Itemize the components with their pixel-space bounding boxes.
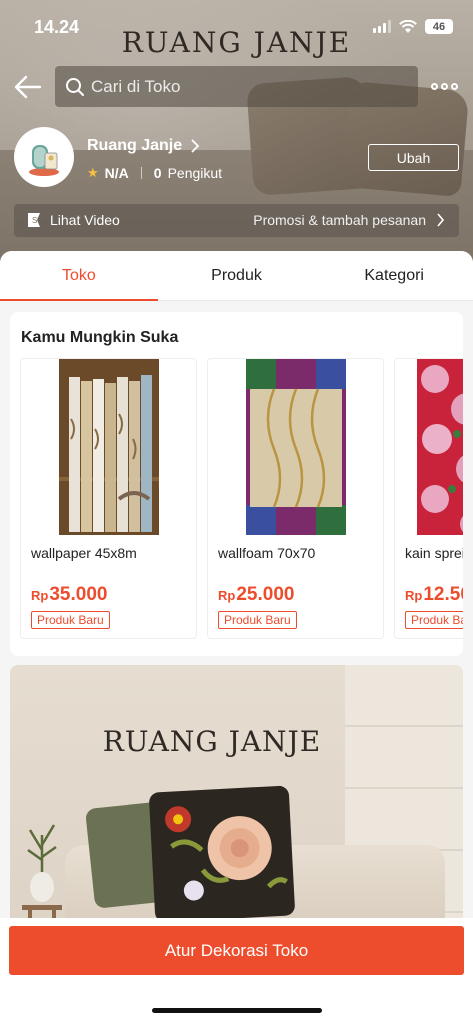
product-card[interactable]: kain sprei Rp12.50 Produk Ba: [394, 358, 463, 639]
currency: Rp: [31, 588, 49, 603]
tab-toko[interactable]: Toko: [0, 251, 158, 301]
product-card[interactable]: wallfoam 70x70 Rp25.000 Produk Baru: [207, 358, 384, 639]
status-time: 14.24: [34, 17, 80, 37]
shop-name-text: Ruang Janje: [87, 137, 183, 154]
top-bar: [0, 66, 473, 108]
decoration-banner-title: RUANG JANJE: [102, 725, 322, 758]
product-image: [417, 359, 463, 535]
product-price: Rp12.50: [405, 584, 463, 606]
currency: Rp: [405, 588, 423, 603]
home-indicator: [152, 1008, 322, 1013]
recommendation-section: Kamu Mungkin Suka wallpaper 45x8m Rp35.0…: [10, 312, 463, 656]
product-name: kain sprei: [405, 545, 463, 561]
banner-plant: [22, 795, 62, 925]
bottom-action-bar: Atur Dekorasi Toko: [0, 918, 473, 1024]
follower-count: 0: [153, 165, 162, 181]
chevron-right-icon: [437, 213, 445, 227]
status-bar: 14.24 46: [0, 0, 473, 50]
product-carousel[interactable]: wallpaper 45x8m Rp35.000 Produk Baru wal…: [20, 358, 463, 639]
shop-content: Toko Produk Kategori Kamu Mungkin Suka w…: [0, 251, 473, 1024]
product-price: Rp25.000: [218, 584, 294, 606]
currency: Rp: [218, 588, 236, 603]
watch-video[interactable]: S Lihat Video: [26, 212, 120, 228]
back-arrow-icon[interactable]: [14, 74, 42, 100]
price-value: 25.000: [236, 584, 295, 605]
new-product-badge: Produk Ba: [405, 611, 463, 629]
product-name: wallpaper 45x8m: [31, 545, 137, 561]
edit-shop-button[interactable]: Ubah: [368, 144, 459, 171]
search-icon: [66, 77, 84, 96]
chevron-right-icon: [191, 139, 200, 153]
shop-search-bar[interactable]: [55, 66, 418, 107]
tab-produk[interactable]: Produk: [158, 251, 316, 300]
decoration-banner[interactable]: RUANG JANJE: [10, 665, 463, 925]
shop-info: Ruang Janje ★ N/A 0 Pengikut Ubah: [14, 127, 459, 187]
product-name: wallfoam 70x70: [218, 545, 316, 561]
product-price: Rp35.000: [31, 584, 107, 606]
price-value: 12.50: [423, 584, 463, 605]
tab-kategori[interactable]: Kategori: [315, 251, 473, 300]
svg-text:S: S: [32, 216, 37, 225]
price-value: 35.000: [49, 584, 108, 605]
set-shop-decoration-button[interactable]: Atur Dekorasi Toko: [9, 926, 464, 975]
shop-rating: N/A: [104, 165, 129, 181]
search-input[interactable]: [91, 76, 391, 97]
new-product-badge: Produk Baru: [31, 611, 110, 629]
product-card[interactable]: wallpaper 45x8m Rp35.000 Produk Baru: [20, 358, 197, 639]
section-title: Kamu Mungkin Suka: [21, 329, 179, 346]
follower-label: Pengikut: [167, 165, 223, 181]
watch-video-label: Lihat Video: [50, 212, 120, 228]
wifi-icon: [399, 19, 417, 33]
shop-tabs: Toko Produk Kategori: [0, 251, 473, 301]
more-options-icon[interactable]: [431, 78, 459, 94]
banner-floral-pillow: [148, 785, 296, 923]
promotion-link[interactable]: Promosi & tambah pesanan: [253, 212, 445, 228]
shop-avatar[interactable]: [14, 127, 74, 187]
new-product-badge: Produk Baru: [218, 611, 297, 629]
cellular-signal-icon: [373, 20, 391, 33]
shop-stats: ★ N/A 0 Pengikut: [87, 165, 222, 181]
status-icons: 46: [373, 19, 453, 34]
shop-header-banner: RUANG JANJE 14.24 46 Cari di Toko Ruang …: [0, 0, 473, 262]
promotion-label: Promosi & tambah pesanan: [253, 212, 426, 228]
divider: [140, 167, 142, 179]
product-image: [246, 359, 346, 535]
star-icon: ★: [87, 165, 99, 180]
battery-icon: 46: [425, 19, 453, 34]
video-promo-bar[interactable]: S Lihat Video Promosi & tambah pesanan: [14, 204, 459, 237]
shop-name[interactable]: Ruang Janje: [87, 137, 200, 155]
video-icon: S: [28, 213, 40, 227]
product-image: [59, 359, 159, 535]
shop-logo-icon: [29, 145, 59, 176]
